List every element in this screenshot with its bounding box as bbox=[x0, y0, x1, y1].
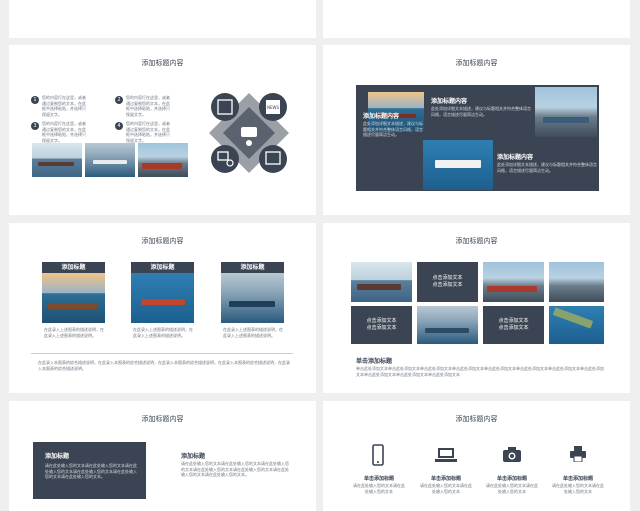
port-photo bbox=[535, 87, 597, 137]
slide-top-right[interactable] bbox=[323, 0, 630, 38]
item-text-2: 请在此处输入您的文本请在此处输入您的文本 bbox=[420, 483, 472, 494]
phone-icon bbox=[372, 444, 384, 466]
card-photo-3 bbox=[221, 273, 284, 323]
item-label-2: 单击添加标题 bbox=[430, 476, 461, 482]
camera-icon bbox=[503, 447, 521, 462]
card-photo-2 bbox=[131, 273, 194, 323]
section-text: 单击此处添加文本单击此处添加文本单击此处添加文本单击此处添加文本单击此处添加文本… bbox=[356, 366, 604, 377]
item-number-4: 4 bbox=[115, 122, 123, 130]
section-heading: 单击添加标题 bbox=[356, 358, 393, 365]
slide-title: 添加标题内容 bbox=[455, 237, 498, 245]
laptop-icon bbox=[435, 448, 457, 462]
card-label-1: 添加标题 bbox=[42, 262, 105, 273]
slide-3[interactable]: 添加标题内容 添加标题内容 此处添加详细文本描述，建议与标题相关并符合整体语言风… bbox=[323, 45, 630, 215]
tile-photo-3 bbox=[549, 262, 604, 302]
heading-2: 添加标题内容 bbox=[431, 98, 468, 105]
tile-text-2: 点击添加文本 点击添加文本 bbox=[351, 306, 412, 344]
diamond-icon-cluster: NEWS bbox=[209, 93, 289, 173]
slide-6[interactable]: 添加标题内容 添加标题 请在此处输入您的文本请在此处输入您的文本请在此处输入您的… bbox=[9, 401, 316, 511]
card-text-1: 在此录入上述图表的描述说明，在此录入上述图表的描述说明。 bbox=[44, 327, 104, 338]
tile-photo-2 bbox=[483, 262, 544, 302]
text-2: 此处添加详细文本描述，建议与标题相关并符合整体语言风格，语言描述尽量简洁生动。 bbox=[431, 106, 531, 117]
tile-photo-4 bbox=[417, 306, 478, 344]
ship-photo-1 bbox=[32, 143, 82, 177]
tile-text-3: 点击添加文本 点击添加文本 bbox=[483, 306, 544, 344]
box-text: 请在此处输入您的文本请在此处输入您的文本请在此处输入您的文本请在此处输入您的文本… bbox=[45, 463, 137, 479]
side-text: 请在此处输入您的文本请在此处输入您的文本请在此处输入您的文本请在此处输入您的文本… bbox=[181, 461, 289, 477]
card-label-3: 添加标题 bbox=[221, 262, 284, 273]
item-label-4: 单击添加标题 bbox=[562, 476, 593, 482]
card-text-2: 在此录入上述图表的描述说明，在此录入上述图表的描述说明。 bbox=[133, 327, 193, 338]
item-text-4: 请在此处输入您的文本请在此处输入您的文本 bbox=[552, 483, 604, 494]
card-photo-1 bbox=[42, 273, 105, 323]
item-text-3: 请在此处输入您的文本请在此处输入您的文本 bbox=[486, 483, 538, 494]
item-text-4: 您的内容打在这里，或者通过复制您的文本，在此框中选择粘贴，并选择只保留文字。 bbox=[126, 121, 170, 143]
slide-title: 添加标题内容 bbox=[455, 415, 498, 423]
cruise-photo bbox=[423, 140, 493, 190]
slide-7[interactable]: 添加标题内容 单击添加标题 请在此处输入您的文本请在此处输入您的文本 单击添加标… bbox=[323, 401, 630, 511]
tile-photo-5 bbox=[549, 306, 604, 344]
printer-icon bbox=[570, 446, 586, 462]
slide-2[interactable]: 添加标题内容 1 您的内容打在这里，或者通过复制您的文本，在此框中选择粘贴，并选… bbox=[9, 45, 316, 215]
item-number-1: 1 bbox=[31, 96, 39, 104]
tile-text-1: 点击添加文本 点击添加文本 bbox=[417, 262, 478, 302]
slide-title: 添加标题内容 bbox=[141, 415, 184, 423]
slide-4[interactable]: 添加标题内容 添加标题 在此录入上述图表的描述说明，在此录入上述图表的描述说明。… bbox=[9, 223, 316, 393]
slide-top-left[interactable] bbox=[9, 0, 316, 38]
item-label-3: 单击添加标题 bbox=[496, 476, 527, 482]
heading-3: 添加标题内容 bbox=[497, 154, 534, 161]
slide-title: 添加标题内容 bbox=[141, 59, 184, 67]
text-1: 此处添加详细文本描述，建议与标题相关并符合整体语言风格，语言描述尽量简洁生动。 bbox=[363, 121, 423, 137]
item-number-2: 2 bbox=[115, 96, 123, 104]
slide-title: 添加标题内容 bbox=[455, 59, 498, 67]
divider bbox=[31, 353, 293, 354]
item-label-1: 单击添加标题 bbox=[363, 476, 394, 482]
tile-photo-1 bbox=[351, 262, 412, 302]
item-text-1: 您的内容打在这里，或者通过复制您的文本，在此框中选择粘贴，并选择只保留文字。 bbox=[42, 95, 86, 117]
card-text-3: 在此录入上述图表的描述说明，在此录入上述图表的描述说明。 bbox=[223, 327, 283, 338]
footer-text: 在此录入本图表的综合描述说明，在此录入本图表的综合描述说明，在此录入本图表的综合… bbox=[38, 360, 290, 371]
slide-title: 添加标题内容 bbox=[141, 237, 184, 245]
item-number-3: 3 bbox=[31, 122, 39, 130]
news-icon-label: NEWS bbox=[267, 105, 279, 110]
box-heading: 添加标题 bbox=[45, 453, 70, 460]
item-text-1: 请在此处输入您的文本请在此处输入您的文本 bbox=[353, 483, 405, 494]
text-3: 此处添加详细文本描述，建议与标题相关并符合整体语言风格，语言描述尽量简洁生动。 bbox=[497, 162, 597, 173]
item-text-3: 您的内容打在这里，或者通过复制您的文本，在此框中选择粘贴，并选择只保留文字。 bbox=[42, 121, 86, 143]
ship-photo-3 bbox=[138, 143, 188, 177]
slide-5[interactable]: 添加标题内容 点击添加文本 点击添加文本 点击添加文本 点击添加文本 点击添加文… bbox=[323, 223, 630, 393]
item-text-2: 您的内容打在这里，或者通过复制您的文本，在此框中选择粘贴，并选择只保留文字。 bbox=[126, 95, 170, 117]
heading-1: 添加标题内容 bbox=[363, 113, 400, 120]
ship-photo-2 bbox=[85, 143, 135, 177]
card-label-2: 添加标题 bbox=[131, 262, 194, 273]
side-heading: 添加标题 bbox=[181, 453, 206, 460]
